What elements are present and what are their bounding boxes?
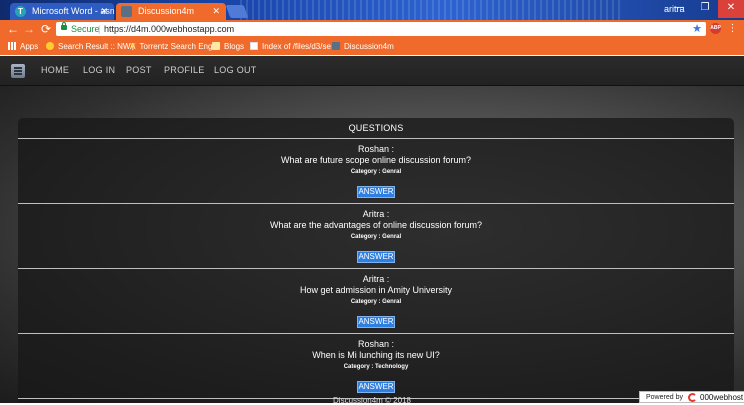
browser-tab-strip: T Microsoft Word - asme_ ✕ Discussion4m … [0, 0, 744, 20]
bookmark-icon [46, 42, 54, 50]
bookmark-apps[interactable]: Apps [8, 38, 38, 55]
secure-label: Secure [71, 24, 100, 34]
questions-panel: QUESTIONS Roshan : What are future scope… [18, 118, 734, 403]
bookmark-label: Index of /files/d3/se [262, 42, 331, 51]
site-footer: Discussion4m © 2018 [333, 396, 411, 405]
page-icon [250, 42, 258, 50]
lock-icon [61, 22, 67, 30]
word-tab-icon: T [15, 6, 26, 17]
question-item: Roshan : When is Mi lunching its new UI?… [18, 334, 734, 399]
questions-header: QUESTIONS [18, 118, 734, 139]
window-close-icon[interactable]: ✕ [718, 0, 744, 18]
nav-home[interactable]: HOME [41, 56, 69, 85]
question-text: What are the advantages of online discus… [269, 220, 483, 230]
bookmark-label: Discussion4m [344, 42, 394, 51]
adblock-extension-icon[interactable]: ABP [710, 23, 721, 34]
question-category: Category : Genral [350, 234, 402, 240]
window-controls: — ❐ ✕ [666, 0, 744, 18]
close-icon[interactable]: ✕ [100, 3, 108, 20]
powered-by-badge[interactable]: Powered by 000webhost [639, 391, 744, 403]
bookmark-label: Blogs [224, 42, 245, 51]
url-input[interactable]: Secure | https://d4m.000webhostapp.com ★ [56, 22, 706, 36]
browser-tab-discussion4m[interactable]: Discussion4m ✕ [116, 3, 226, 20]
question-author: Roshan : [357, 339, 395, 349]
powered-label: Powered by [646, 394, 683, 401]
question-author: Aritra : [362, 274, 390, 284]
bookmark-index-of-files[interactable]: Index of /files/d3/se [250, 38, 331, 55]
answer-button[interactable]: ANSWER [357, 381, 395, 393]
site-icon [332, 42, 340, 50]
bookmarks-bar: Apps Search Result :: NWA T Torrentz Sear… [0, 38, 744, 55]
bookmark-star-icon[interactable]: ★ [692, 22, 702, 36]
nav-log-out[interactable]: LOG OUT [214, 56, 257, 85]
forward-arrow-icon[interactable]: → [22, 21, 36, 37]
question-text: When is Mi lunching its new UI? [312, 350, 440, 360]
site-tab-icon [121, 6, 132, 17]
main-content: QUESTIONS Roshan : What are future scope… [0, 86, 744, 403]
answer-button[interactable]: ANSWER [357, 316, 395, 328]
browser-menu-icon[interactable]: ⋮ [727, 22, 738, 35]
bookmark-label: Search Result :: NWA [58, 42, 136, 51]
question-item: Aritra : What are the advantages of onli… [18, 204, 734, 269]
site-navbar: HOME LOG IN POST PROFILE LOG OUT [0, 56, 744, 86]
question-author: Roshan : [357, 144, 395, 154]
browser-tab-word[interactable]: T Microsoft Word - asme_ ✕ [10, 3, 114, 20]
question-text: How get admission in Amity University [299, 285, 453, 295]
question-item: Aritra : How get admission in Amity Univ… [18, 269, 734, 334]
apps-grid-icon [8, 42, 16, 50]
powered-brand: 000webhost [700, 393, 744, 402]
bookmark-label: Apps [20, 42, 39, 51]
bookmark-search-result[interactable]: Search Result :: NWA [46, 38, 136, 55]
answer-button[interactable]: ANSWER [357, 186, 395, 198]
reload-icon[interactable]: ⟳ [39, 21, 53, 37]
minimize-icon[interactable]: — [666, 0, 692, 18]
url-separator: | [98, 24, 101, 34]
bookmark-label: Torrentz Search Engi [139, 42, 215, 51]
torrentz-icon: T [130, 42, 136, 52]
close-icon[interactable]: ✕ [212, 3, 220, 20]
question-author: Aritra : [362, 209, 390, 219]
back-arrow-icon[interactable]: ← [6, 21, 20, 37]
nav-log-in[interactable]: LOG IN [83, 56, 115, 85]
nav-profile[interactable]: PROFILE [164, 56, 205, 85]
question-category: Category : Genral [350, 169, 402, 175]
question-category: Category : Genral [350, 299, 402, 305]
url-text[interactable]: https://d4m.000webhostapp.com [104, 22, 234, 36]
webhost-logo-icon [688, 393, 697, 402]
question-item: Roshan : What are future scope online di… [18, 139, 734, 204]
question-text: What are future scope online discussion … [280, 155, 472, 165]
bookmark-discussion4m[interactable]: Discussion4m [332, 38, 394, 55]
answer-button[interactable]: ANSWER [357, 251, 395, 263]
new-tab-button[interactable] [225, 5, 249, 18]
bookmark-blogs[interactable]: Blogs [212, 38, 244, 55]
address-bar: ← → ⟳ Secure | https://d4m.000webhostapp… [0, 20, 744, 38]
tab-label: Discussion4m [138, 6, 195, 16]
maximize-icon[interactable]: ❐ [692, 0, 718, 18]
site-logo-icon[interactable] [11, 64, 25, 78]
folder-icon [212, 42, 220, 50]
question-category: Category : Technology [343, 364, 409, 370]
nav-post[interactable]: POST [126, 56, 152, 85]
bookmark-torrentz[interactable]: T Torrentz Search Engi [130, 38, 214, 56]
